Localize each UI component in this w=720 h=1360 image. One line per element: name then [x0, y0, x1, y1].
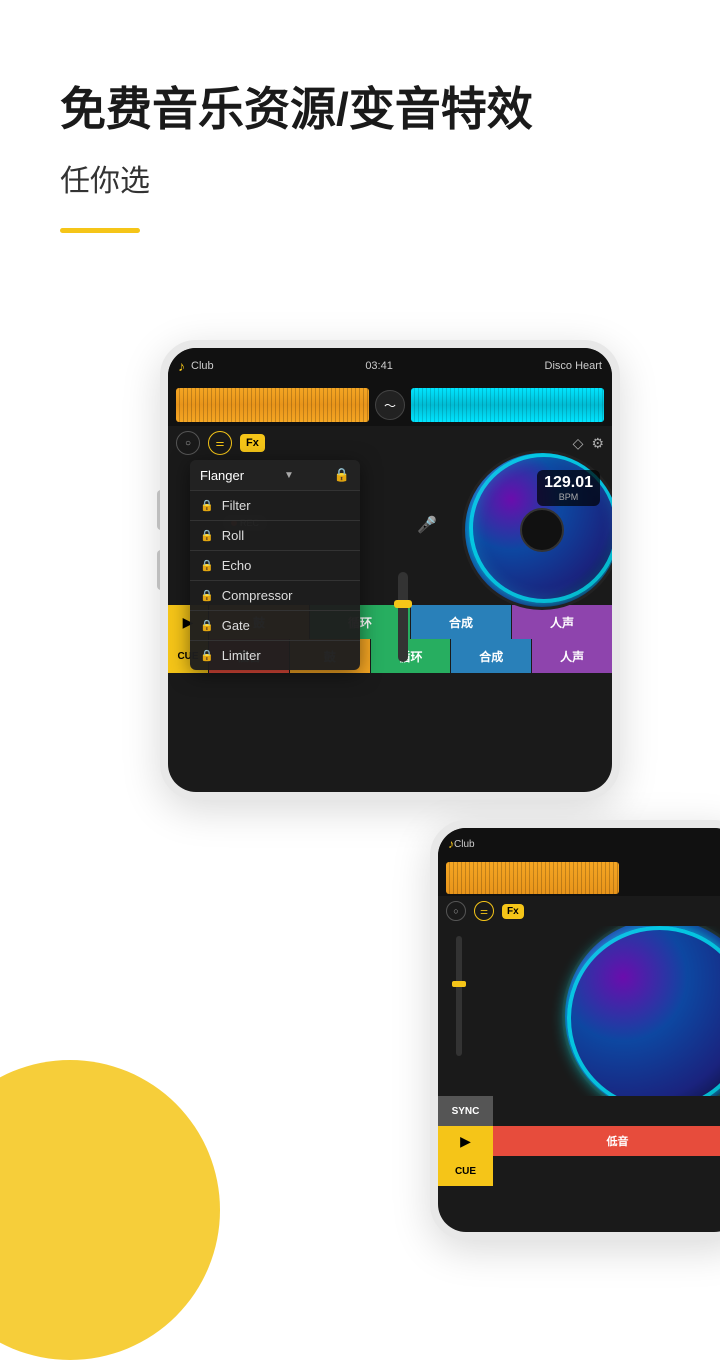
fx-label-gate: Gate — [222, 618, 250, 633]
fx-dropdown[interactable]: Flanger ▼ 🔒 🔒 Filter 🔒 Roll 🔒 Echo 🔒 Com… — [190, 460, 360, 670]
track-name-secondary: Club — [454, 839, 475, 850]
dj-screen: ♪ Club 03:41 Disco Heart 〜 ○ ⚌ Fx ◇ ⚙ Fl… — [168, 348, 612, 792]
bpm-label: BPM — [544, 492, 593, 502]
fx-label-roll: Roll — [222, 528, 244, 543]
fx-item-echo[interactable]: 🔒 Echo — [190, 551, 360, 581]
fx-label-filter: Filter — [222, 498, 251, 513]
pad-button-loop2[interactable]: 循环 — [370, 639, 451, 673]
waveform-bar-secondary — [446, 862, 619, 894]
diamond-icon: ◇ — [573, 435, 584, 452]
waveform-area: 〜 — [168, 384, 612, 426]
phone-mockup-primary: ♪ Club 03:41 Disco Heart 〜 ○ ⚌ Fx ◇ ⚙ Fl… — [160, 340, 620, 800]
slider-secondary[interactable] — [456, 936, 462, 1056]
dj-topbar-left: ♪ Club — [178, 358, 214, 374]
fx-label-limiter: Limiter — [222, 648, 261, 663]
dropdown-arrow-icon: ▼ — [284, 470, 294, 481]
waveform-right — [411, 388, 604, 422]
lock-icon-echo: 🔒 — [200, 559, 214, 572]
waveform-center-icon: 〜 — [375, 390, 405, 420]
lock-icon-limiter: 🔒 — [200, 649, 214, 662]
slider-thumb-secondary[interactable] — [452, 981, 466, 987]
fx-button-secondary[interactable]: Fx — [502, 904, 524, 919]
circle-ctrl-button[interactable]: ○ — [176, 431, 200, 455]
decorative-circle — [0, 1060, 220, 1360]
fx-dropdown-header[interactable]: Flanger ▼ 🔒 — [190, 460, 360, 491]
dj-main-secondary — [438, 926, 720, 1096]
fx-item-compressor[interactable]: 🔒 Compressor — [190, 581, 360, 611]
waveform-secondary — [438, 860, 720, 896]
eq-ctrl-button[interactable]: ⚌ — [208, 431, 232, 455]
fx-selected-label: Flanger — [200, 468, 244, 483]
track-name-right: Disco Heart — [545, 360, 602, 372]
fx-item-filter[interactable]: 🔒 Filter — [190, 491, 360, 521]
play-button-secondary[interactable]: ▶ — [438, 1126, 493, 1156]
phone-mockup-secondary: ♪ Club ○ ⚌ Fx SYNC ▶ — [430, 820, 720, 1240]
fx-item-limiter[interactable]: 🔒 Limiter — [190, 641, 360, 670]
sync-row: SYNC — [438, 1096, 720, 1126]
dj-screen-secondary: ♪ Club ○ ⚌ Fx SYNC ▶ — [438, 828, 720, 1232]
sync-button[interactable]: SYNC — [438, 1096, 493, 1126]
cue-button-secondary[interactable]: CUE — [438, 1156, 493, 1186]
fx-button[interactable]: Fx — [240, 434, 265, 452]
hero-divider — [60, 228, 140, 233]
pad-button-mix[interactable]: 合成 — [410, 605, 511, 639]
music-icon: ♪ — [178, 358, 185, 374]
pad-btn-secondary-1[interactable]: 低音 — [493, 1126, 720, 1156]
lock-icon-compressor: 🔒 — [200, 589, 214, 602]
eq-ctrl-secondary[interactable]: ⚌ — [474, 901, 494, 921]
hero-subtitle: 任你选 — [60, 156, 660, 200]
waveform-left — [176, 388, 369, 422]
hero-section: 免费音乐资源/变音特效 任你选 — [0, 0, 720, 233]
circle-ctrl-secondary[interactable]: ○ — [446, 901, 466, 921]
bpm-display: 129.01 BPM — [537, 470, 600, 506]
dropdown-lock-icon: 🔒 — [334, 467, 350, 483]
volume-thumb[interactable] — [394, 600, 412, 608]
pad-button-mix2[interactable]: 合成 — [450, 639, 531, 673]
track-time: 03:41 — [365, 360, 393, 372]
dj-topbar-secondary: ♪ Club — [438, 828, 720, 860]
volume-slider[interactable] — [398, 572, 408, 662]
track-name-left: Club — [191, 360, 214, 372]
fx-item-gate[interactable]: 🔒 Gate — [190, 611, 360, 641]
pad-button-vocal[interactable]: 人声 — [511, 605, 612, 639]
settings-icon[interactable]: ⚙ — [591, 435, 604, 452]
lock-icon-filter: 🔒 — [200, 499, 214, 512]
dj-topbar: ♪ Club 03:41 Disco Heart — [168, 348, 612, 384]
fx-item-roll[interactable]: 🔒 Roll — [190, 521, 360, 551]
bpm-value: 129.01 — [544, 474, 593, 491]
control-bar-secondary: ○ ⚌ Fx — [438, 896, 720, 926]
mic-icon[interactable]: 🎤 — [417, 515, 437, 535]
fx-label-echo: Echo — [222, 558, 252, 573]
lock-icon-roll: 🔒 — [200, 529, 214, 542]
pad-button-vocal2[interactable]: 人声 — [531, 639, 612, 673]
fx-label-compressor: Compressor — [222, 588, 293, 603]
hero-title: 免费音乐资源/变音特效 — [60, 80, 660, 140]
cue-row-secondary: CUE — [438, 1156, 720, 1186]
play-row-secondary: ▶ 低音 — [438, 1126, 720, 1156]
lock-icon-gate: 🔒 — [200, 619, 214, 632]
